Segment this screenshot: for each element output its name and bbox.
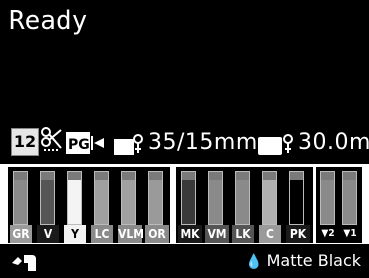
ink-label-vlm: VLM — [118, 225, 144, 243]
maintenance-box-label-2: ▼2 — [318, 225, 338, 243]
paper-roll-remaining-icon — [258, 134, 293, 155]
ink-cartridge-v — [40, 171, 55, 225]
ink-level-fill — [263, 179, 276, 224]
ink-cartridge-mk — [181, 171, 196, 225]
ink-label-lc: LC — [91, 225, 113, 243]
black-ink-type-text: Matte Black — [266, 251, 361, 270]
scissors-icon — [41, 127, 62, 151]
ink-drop-icon: 💧 — [245, 254, 263, 270]
ink-cartridge-c — [262, 171, 277, 225]
ink-level-fill — [182, 179, 195, 224]
ink-level-fill — [290, 179, 303, 224]
ink-level-fill — [209, 179, 222, 224]
pg-label: PG — [68, 137, 90, 153]
ink-cartridge-gr — [13, 171, 28, 225]
platen-gap-icon: PG — [66, 130, 106, 156]
ink-group-2: MK VM LK C PK — [176, 167, 313, 243]
ink-label-mk: MK — [178, 225, 202, 243]
ink-label-pk: PK — [286, 225, 310, 243]
paper-remaining-value: 30.0m — [298, 130, 369, 155]
paper-thickness-icon — [114, 134, 143, 155]
ink-level-fill — [122, 179, 135, 224]
ink-label-vm: VM — [205, 225, 229, 243]
status-text: Ready — [9, 6, 88, 36]
maintenance-box-group: ▼2 ▼1 — [316, 167, 362, 243]
hand-icon — [12, 255, 36, 271]
ink-cartridge-pk — [289, 171, 304, 225]
ink-cartridge-or — [148, 171, 163, 225]
maintenance-box-1 — [342, 171, 357, 225]
ink-cartridge-vm — [208, 171, 223, 225]
ink-level-fill — [95, 179, 108, 224]
maintenance-level-fill — [343, 179, 356, 224]
maintenance-box-2 — [320, 171, 335, 225]
ink-level-fill — [14, 179, 27, 224]
ink-group-1: GR V Y LC VLM OR — [8, 167, 170, 243]
ink-cartridge-y — [67, 171, 82, 225]
ink-level-fill — [41, 179, 54, 224]
ink-label-lk: LK — [232, 225, 254, 243]
auto-cut-number-badge: 12 — [11, 128, 39, 156]
ink-label-gr: GR — [10, 225, 32, 243]
ink-label-or: OR — [145, 225, 169, 243]
maintenance-level-fill — [321, 179, 334, 224]
paper-thickness-value: 35/15mm — [148, 130, 258, 155]
ink-level-fill — [68, 179, 81, 224]
printer-lcd-screen: Ready 12 PG 35/15mm 30.0m GR V Y LC VLM OR MK… — [0, 0, 369, 278]
ink-cartridge-lc — [94, 171, 109, 225]
ink-label-c: C — [259, 225, 281, 243]
ink-cartridge-vlm — [121, 171, 136, 225]
ink-cartridge-lk — [235, 171, 250, 225]
black-ink-type: 💧 Matte Black — [245, 248, 361, 275]
ink-level-fill — [236, 179, 249, 224]
ink-label-v: V — [37, 225, 59, 243]
maintenance-box-label-1: ▼1 — [340, 225, 360, 243]
ink-level-fill — [149, 179, 162, 224]
ink-label-y: Y — [64, 225, 86, 243]
